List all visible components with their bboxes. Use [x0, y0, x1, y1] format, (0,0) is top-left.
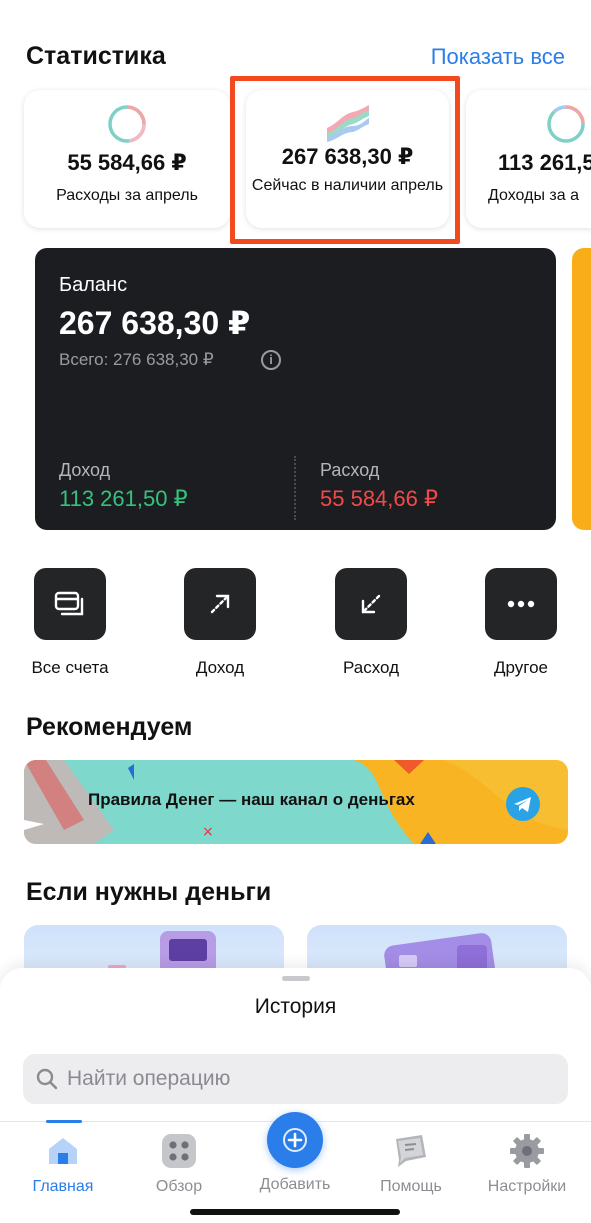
- search-icon: [36, 1068, 58, 1090]
- svg-text:×: ×: [202, 824, 214, 840]
- chat-help-icon: [392, 1132, 430, 1170]
- divider: [294, 456, 296, 520]
- stats-title: Статистика: [26, 42, 166, 70]
- search-input[interactable]: [67, 1063, 547, 1095]
- tab-label: Обзор: [155, 1178, 203, 1195]
- tab-help[interactable]: Помощь: [356, 1132, 466, 1196]
- money-title: Если нужны деньги: [26, 878, 272, 906]
- expense-value: 55 584,66 ₽: [320, 486, 438, 511]
- grid-icon: [160, 1132, 198, 1170]
- next-card-peek[interactable]: [572, 248, 591, 530]
- balance-card[interactable]: Баланс 267 638,30 ₽ Всего: 276 638,30 ₽ …: [35, 248, 556, 530]
- show-all-link[interactable]: Показать все: [431, 44, 565, 70]
- telegram-icon: [506, 787, 540, 821]
- stat-amount: 55 584,66 ₽: [67, 150, 187, 175]
- tab-label: Настройки: [487, 1178, 567, 1195]
- income-value: 113 261,50 ₽: [59, 486, 188, 511]
- stat-label: Доходы за а: [488, 187, 579, 204]
- stat-label: Расходы за апрель: [56, 187, 198, 204]
- tab-label: Добавить: [259, 1176, 331, 1193]
- income-label: Доход: [59, 460, 111, 480]
- arrow-down-left-icon: [335, 568, 407, 640]
- tab-bar: Главная Обзор Добавить Помощь Настройки: [0, 1112, 591, 1223]
- tab-add[interactable]: Добавить: [240, 1112, 350, 1194]
- stat-amount: 113 261,5: [498, 150, 591, 175]
- gear-icon: [508, 1132, 546, 1170]
- promo-banner[interactable]: × Правила Денег — наш канал о деньгах: [24, 760, 568, 844]
- home-icon: [44, 1132, 82, 1170]
- more-dots-icon: [485, 568, 557, 640]
- recommend-title: Рекомендуем: [26, 713, 193, 741]
- highlight-frame: [230, 76, 460, 244]
- stat-card-expenses[interactable]: 55 584,66 ₽ Расходы за апрель: [24, 90, 230, 228]
- tab-label: Главная: [32, 1178, 94, 1195]
- balance-amount: 267 638,30 ₽: [59, 305, 251, 341]
- action-label: Другое: [493, 658, 548, 677]
- balance-title: Баланс: [59, 274, 128, 296]
- screen: Статистика Показать все 55 584,66 ₽ Расх…: [0, 0, 591, 1223]
- active-tab-indicator: [46, 1120, 82, 1123]
- action-label: Все счета: [31, 658, 109, 677]
- balance-total: Всего: 276 638,30 ₽: [59, 350, 214, 369]
- expense-label: Расход: [320, 460, 380, 480]
- tab-home[interactable]: Главная: [8, 1132, 118, 1196]
- other-button[interactable]: Другое: [461, 568, 581, 678]
- wallet-cards-icon: [34, 568, 106, 640]
- action-label: Доход: [195, 658, 245, 677]
- stat-card-income[interactable]: 113 261,5 Доходы за а: [466, 90, 591, 228]
- ring-chart-icon: [547, 105, 585, 143]
- arrow-up-right-icon: [184, 568, 256, 640]
- search-field[interactable]: [23, 1054, 568, 1104]
- tab-overview[interactable]: Обзор: [124, 1132, 234, 1196]
- ring-chart-icon: [108, 105, 146, 143]
- income-button[interactable]: Доход: [160, 568, 280, 678]
- expense-button[interactable]: Расход: [311, 568, 431, 678]
- all-accounts-button[interactable]: Все счета: [10, 568, 130, 678]
- sheet-handle[interactable]: [282, 976, 310, 981]
- plus-icon: [283, 1128, 307, 1152]
- tab-label: Помощь: [380, 1178, 442, 1195]
- action-label: Расход: [342, 658, 400, 677]
- add-button[interactable]: [267, 1112, 323, 1168]
- history-title: История: [254, 995, 337, 1018]
- banner-text: Правила Денег — наш канал о деньгах: [88, 790, 415, 809]
- info-icon[interactable]: i: [261, 350, 281, 370]
- tab-settings[interactable]: Настройки: [472, 1132, 582, 1196]
- home-indicator[interactable]: [190, 1209, 400, 1215]
